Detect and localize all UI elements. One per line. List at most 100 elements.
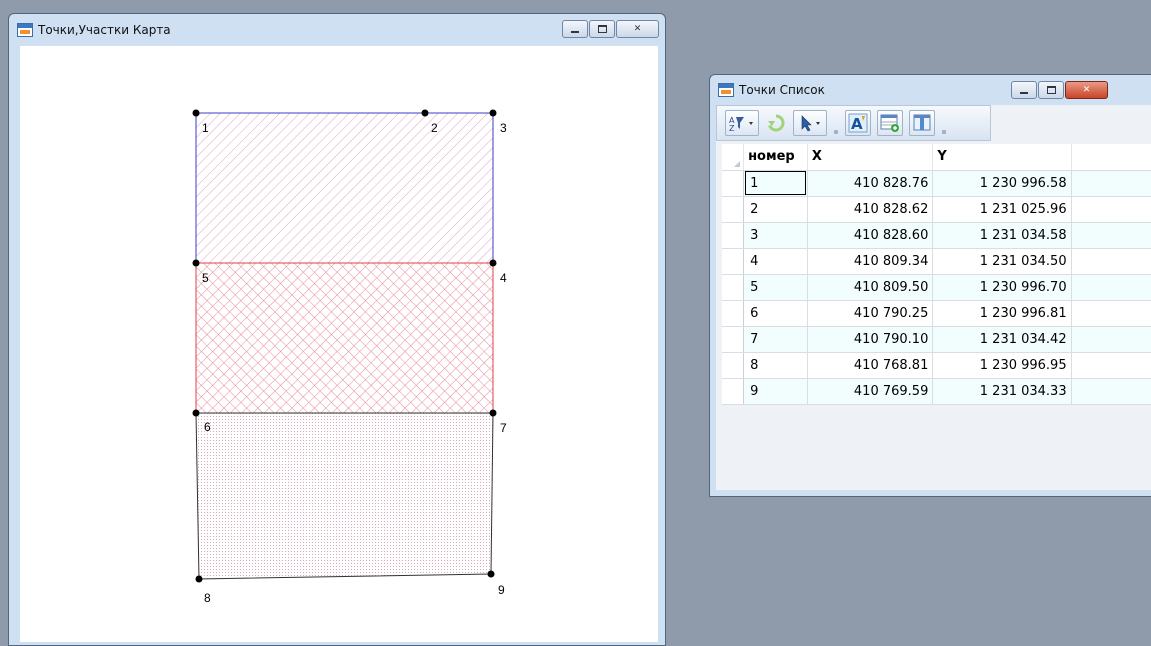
cell-y[interactable]: 1 231 034.50 <box>932 248 1072 275</box>
cell-y[interactable]: 1 230 996.70 <box>932 274 1072 301</box>
cell-y[interactable]: 1 230 996.95 <box>932 352 1072 379</box>
row-selector[interactable] <box>722 326 745 353</box>
map-window-title: Точки,Участки Карта <box>38 23 171 37</box>
parcel-middle[interactable] <box>195 262 494 414</box>
maximize-icon <box>597 25 607 33</box>
point-marker[interactable] <box>195 575 203 583</box>
svg-text:A: A <box>851 115 863 133</box>
row-selector[interactable] <box>722 274 745 301</box>
table-header-row: номер X Y <box>722 144 1151 171</box>
parcel-top[interactable] <box>195 112 494 264</box>
point-label: 2 <box>431 121 438 135</box>
point-label: 6 <box>204 420 211 434</box>
cell-blank <box>1071 248 1151 275</box>
map-canvas[interactable]: 1 2 3 4 5 6 7 8 9 <box>20 46 658 642</box>
row-selector[interactable] <box>722 196 745 223</box>
table-row[interactable]: 6 410 790.25 1 230 996.81 <box>722 300 1151 327</box>
column-header-x[interactable]: X <box>807 144 934 171</box>
point-label: 8 <box>204 591 211 605</box>
text-style-icon: A <box>848 113 868 133</box>
cell-blank <box>1071 196 1151 223</box>
add-row-button[interactable] <box>877 110 903 136</box>
table-row[interactable]: 2 410 828.62 1 231 025.96 <box>722 196 1151 223</box>
cell-number[interactable]: 1 <box>743 170 808 197</box>
cell-y[interactable]: 1 230 996.58 <box>932 170 1072 197</box>
sort-filter-button[interactable]: A Z <box>725 110 759 136</box>
cell-x[interactable]: 410 790.25 <box>807 300 934 327</box>
cell-number[interactable]: 8 <box>743 352 808 379</box>
cell-x[interactable]: 410 828.76 <box>807 170 934 197</box>
cell-number[interactable]: 6 <box>743 300 808 327</box>
cell-number[interactable]: 4 <box>743 248 808 275</box>
refresh-icon <box>768 114 785 132</box>
point-marker[interactable] <box>489 109 497 117</box>
close-icon: ✕ <box>633 23 642 34</box>
cell-number[interactable]: 5 <box>743 274 808 301</box>
row-selector[interactable] <box>722 222 745 249</box>
cell-y[interactable]: 1 231 034.33 <box>932 378 1072 405</box>
minimize-icon <box>1020 92 1028 94</box>
cell-x[interactable]: 410 790.10 <box>807 326 934 353</box>
row-selector[interactable] <box>722 248 745 275</box>
cell-x[interactable]: 410 828.60 <box>807 222 934 249</box>
point-label: 4 <box>500 271 507 285</box>
select-arrow-button[interactable] <box>793 110 827 136</box>
point-marker[interactable] <box>489 259 497 267</box>
point-label: 9 <box>498 583 505 597</box>
cell-y[interactable]: 1 230 996.81 <box>932 300 1072 327</box>
cell-x[interactable]: 410 768.81 <box>807 352 934 379</box>
toolbar-separator <box>833 112 839 134</box>
cell-y[interactable]: 1 231 034.58 <box>932 222 1072 249</box>
maximize-button[interactable] <box>1038 81 1064 99</box>
table-row[interactable]: 3 410 828.60 1 231 034.58 <box>722 222 1151 249</box>
table-row[interactable]: 5 410 809.50 1 230 996.70 <box>722 274 1151 301</box>
maximize-button[interactable] <box>589 20 615 38</box>
row-selector[interactable] <box>722 352 745 379</box>
points-list-client: A Z A номер X Y 1 410 828.76 1 230 996.5… <box>716 105 1151 490</box>
map-window-titlebar[interactable]: Точки,Участки Карта ✕ <box>9 14 665 46</box>
table-row[interactable]: 4 410 809.34 1 231 034.50 <box>722 248 1151 275</box>
point-label: 1 <box>202 121 209 135</box>
maximize-icon <box>1046 86 1056 94</box>
table-row[interactable]: 7 410 790.10 1 231 034.42 <box>722 326 1151 353</box>
row-selector-header[interactable] <box>722 144 745 171</box>
select-arrow-icon <box>801 115 820 132</box>
point-marker[interactable] <box>421 109 429 117</box>
close-button[interactable]: ✕ <box>616 20 659 38</box>
close-button[interactable]: ✕ <box>1065 81 1108 99</box>
cell-number[interactable]: 7 <box>743 326 808 353</box>
cell-x[interactable]: 410 769.59 <box>807 378 934 405</box>
parcel-map[interactable]: 1 2 3 4 5 6 7 8 9 <box>20 46 658 642</box>
minimize-button[interactable] <box>1011 81 1037 99</box>
point-marker[interactable] <box>489 409 497 417</box>
refresh-button[interactable] <box>765 110 787 136</box>
cell-y[interactable]: 1 231 034.42 <box>932 326 1072 353</box>
cell-number[interactable]: 2 <box>743 196 808 223</box>
points-table: номер X Y 1 410 828.76 1 230 996.58 2 41… <box>722 144 1151 405</box>
cell-blank <box>1071 300 1151 327</box>
cell-y[interactable]: 1 231 025.96 <box>932 196 1072 223</box>
table-row[interactable]: 1 410 828.76 1 230 996.58 <box>722 170 1151 197</box>
point-marker[interactable] <box>192 259 200 267</box>
cell-x[interactable]: 410 828.62 <box>807 196 934 223</box>
cell-number[interactable]: 9 <box>743 378 808 405</box>
point-marker[interactable] <box>487 570 495 578</box>
columns-button[interactable] <box>909 110 935 136</box>
point-marker[interactable] <box>192 109 200 117</box>
cell-number[interactable]: 3 <box>743 222 808 249</box>
cell-x[interactable]: 410 809.50 <box>807 274 934 301</box>
row-selector[interactable] <box>722 378 745 405</box>
points-grid: номер X Y 1 410 828.76 1 230 996.58 2 41… <box>722 144 1151 490</box>
table-row[interactable]: 9 410 769.59 1 231 034.33 <box>722 378 1151 405</box>
list-window-titlebar[interactable]: Точки Список ✕ <box>710 75 1151 105</box>
parcel-bottom[interactable] <box>195 412 494 580</box>
table-row[interactable]: 8 410 768.81 1 230 996.95 <box>722 352 1151 379</box>
column-header-number[interactable]: номер <box>743 144 808 171</box>
row-selector[interactable] <box>722 170 745 197</box>
point-marker[interactable] <box>192 409 200 417</box>
text-style-button[interactable]: A <box>845 110 871 136</box>
cell-x[interactable]: 410 809.34 <box>807 248 934 275</box>
minimize-button[interactable] <box>562 20 588 38</box>
row-selector[interactable] <box>722 300 745 327</box>
column-header-y[interactable]: Y <box>932 144 1072 171</box>
